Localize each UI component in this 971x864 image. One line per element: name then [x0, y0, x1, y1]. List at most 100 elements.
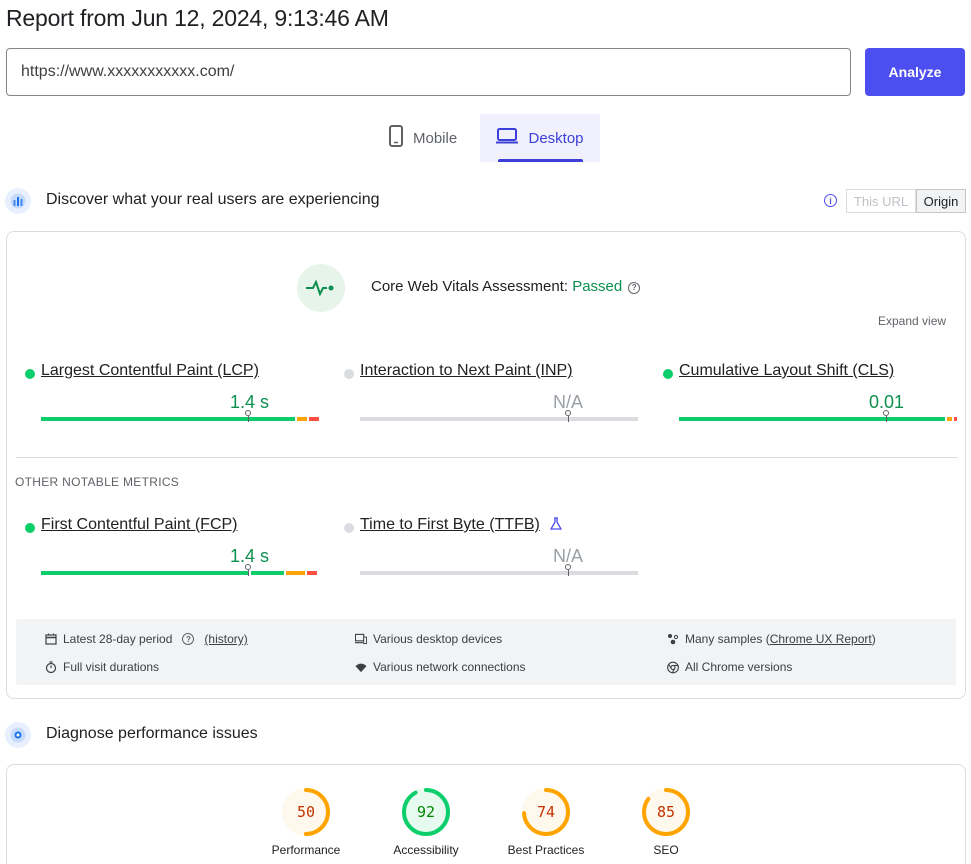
expand-view-link[interactable]: Expand view — [878, 314, 946, 328]
score-label: SEO — [653, 843, 679, 857]
metric-name[interactable]: Interaction to Next Paint (INP) — [360, 362, 573, 380]
bar-good-2 — [251, 571, 284, 575]
cwv-status: Passed — [572, 278, 623, 295]
vitals-pulse-icon — [297, 264, 345, 312]
score-ring: 85 — [642, 788, 690, 836]
wifi-icon — [355, 661, 367, 673]
score-gauge-performance[interactable]: 50 Performance — [256, 787, 356, 857]
p75-marker — [565, 410, 571, 422]
status-dot — [663, 369, 673, 379]
url-input-value: https://www.xxxxxxxxxxx.com/ — [21, 63, 235, 80]
footer-versions-text: All Chrome versions — [685, 660, 793, 674]
status-dot — [25, 523, 35, 533]
tab-desktop[interactable]: Desktop — [480, 114, 600, 162]
score-ring: 92 — [402, 788, 450, 836]
score-value: 92 — [417, 803, 435, 821]
bar-poor — [307, 571, 317, 575]
toggle-this-url[interactable]: This URL — [846, 189, 916, 213]
report-title: Report from Jun 12, 2024, 9:13:46 AM — [6, 5, 389, 31]
bar-poor — [954, 417, 957, 421]
footer-versions: All Chrome versions — [667, 660, 792, 674]
footer-durations: Full visit durations — [45, 660, 159, 674]
stopwatch-icon — [45, 661, 57, 673]
footer-network-text: Various network connections — [373, 660, 526, 674]
bar-needs-improvement — [286, 571, 305, 575]
metric-lcp: Largest Contentful Paint (LCP) 1.4 s — [25, 362, 319, 432]
field-data-footer — [16, 619, 956, 685]
p75-marker — [883, 410, 889, 422]
calendar-icon — [45, 633, 57, 645]
divider — [16, 457, 958, 458]
metric-fcp: First Contentful Paint (FCP) 1.4 s — [25, 516, 317, 586]
lab-section-title: Diagnose performance issues — [46, 725, 258, 742]
footer-durations-text: Full visit durations — [63, 660, 160, 674]
distribution-bar — [41, 571, 319, 575]
flask-icon — [549, 517, 563, 536]
p75-marker — [245, 410, 251, 422]
cwv-label: Core Web Vitals Assessment: — [371, 278, 573, 295]
distribution-bar — [360, 417, 638, 421]
score-label: Best Practices — [507, 843, 585, 857]
tab-desktop-label: Desktop — [528, 129, 584, 147]
chrome-ux-report-link[interactable]: Chrome UX Report — [770, 632, 872, 646]
cwv-assessment: Core Web Vitals Assessment: Passed? — [371, 278, 641, 295]
score-ring: 50 — [282, 788, 330, 836]
distribution-bar — [679, 417, 957, 421]
bar-na — [360, 571, 638, 575]
devices-icon — [355, 633, 367, 645]
other-notable-heading: OTHER NOTABLE METRICS — [15, 475, 180, 489]
bar-good — [41, 571, 249, 575]
metric-inp: Interaction to Next Paint (INP) N/A — [344, 362, 638, 432]
history-link[interactable]: (history) — [204, 632, 247, 646]
info-icon[interactable]: i — [824, 194, 837, 207]
mobile-icon — [389, 125, 403, 151]
bar-poor — [309, 417, 319, 421]
status-dot — [25, 369, 35, 379]
p75-marker — [565, 564, 571, 576]
metric-cls: Cumulative Layout Shift (CLS) 0.01 — [663, 362, 957, 432]
score-label: Accessibility — [393, 843, 459, 857]
footer-devices-text: Various desktop devices — [373, 632, 503, 646]
footer-period: Latest 28-day period ? (history) — [45, 632, 248, 646]
tab-mobile-label: Mobile — [413, 129, 458, 147]
bar-na — [360, 417, 638, 421]
bar-needs-improvement — [947, 417, 952, 421]
field-data-icon — [5, 188, 31, 214]
distribution-bar — [41, 417, 319, 421]
tab-selected-indicator — [498, 159, 583, 162]
help-icon[interactable]: ? — [182, 633, 195, 645]
footer-network: Various network connections — [355, 660, 526, 674]
url-input[interactable]: https://www.xxxxxxxxxxx.com/ — [6, 48, 851, 96]
bar-good — [679, 417, 945, 421]
field-section-title: Discover what your real users are experi… — [46, 191, 380, 208]
tab-mobile[interactable]: Mobile — [383, 114, 463, 162]
metric-name[interactable]: First Contentful Paint (FCP) — [41, 516, 238, 534]
samples-icon — [667, 633, 679, 645]
p75-marker — [245, 564, 251, 576]
score-gauge-seo[interactable]: 85 SEO — [616, 787, 716, 857]
footer-devices: Various desktop devices — [355, 632, 502, 646]
toggle-origin[interactable]: Origin — [916, 189, 966, 213]
bar-needs-improvement — [297, 417, 307, 421]
score-label: Performance — [271, 843, 341, 857]
status-dot — [344, 369, 354, 379]
bar-good — [41, 417, 295, 421]
footer-samples: Many samples (Chrome UX Report) — [667, 632, 876, 646]
metric-name[interactable]: Time to First Byte (TTFB) — [360, 516, 540, 534]
footer-period-text: Latest 28-day period — [63, 632, 173, 646]
help-icon[interactable]: ? — [628, 281, 641, 294]
chrome-icon — [667, 661, 679, 673]
score-gauge-best-practices[interactable]: 74 Best Practices — [496, 787, 596, 857]
metric-name[interactable]: Cumulative Layout Shift (CLS) — [679, 362, 894, 380]
samples-suffix: ) — [871, 632, 876, 646]
score-value: 50 — [297, 803, 315, 821]
desktop-icon — [496, 128, 519, 148]
metric-name[interactable]: Largest Contentful Paint (LCP) — [41, 362, 259, 380]
score-value: 74 — [537, 803, 555, 821]
score-gauge-accessibility[interactable]: 92 Accessibility — [376, 787, 476, 857]
status-dot — [344, 523, 354, 533]
lab-data-icon — [5, 722, 31, 748]
score-ring: 74 — [522, 788, 570, 836]
analyze-button[interactable]: Analyze — [865, 48, 965, 96]
lab-data-panel — [6, 764, 966, 864]
